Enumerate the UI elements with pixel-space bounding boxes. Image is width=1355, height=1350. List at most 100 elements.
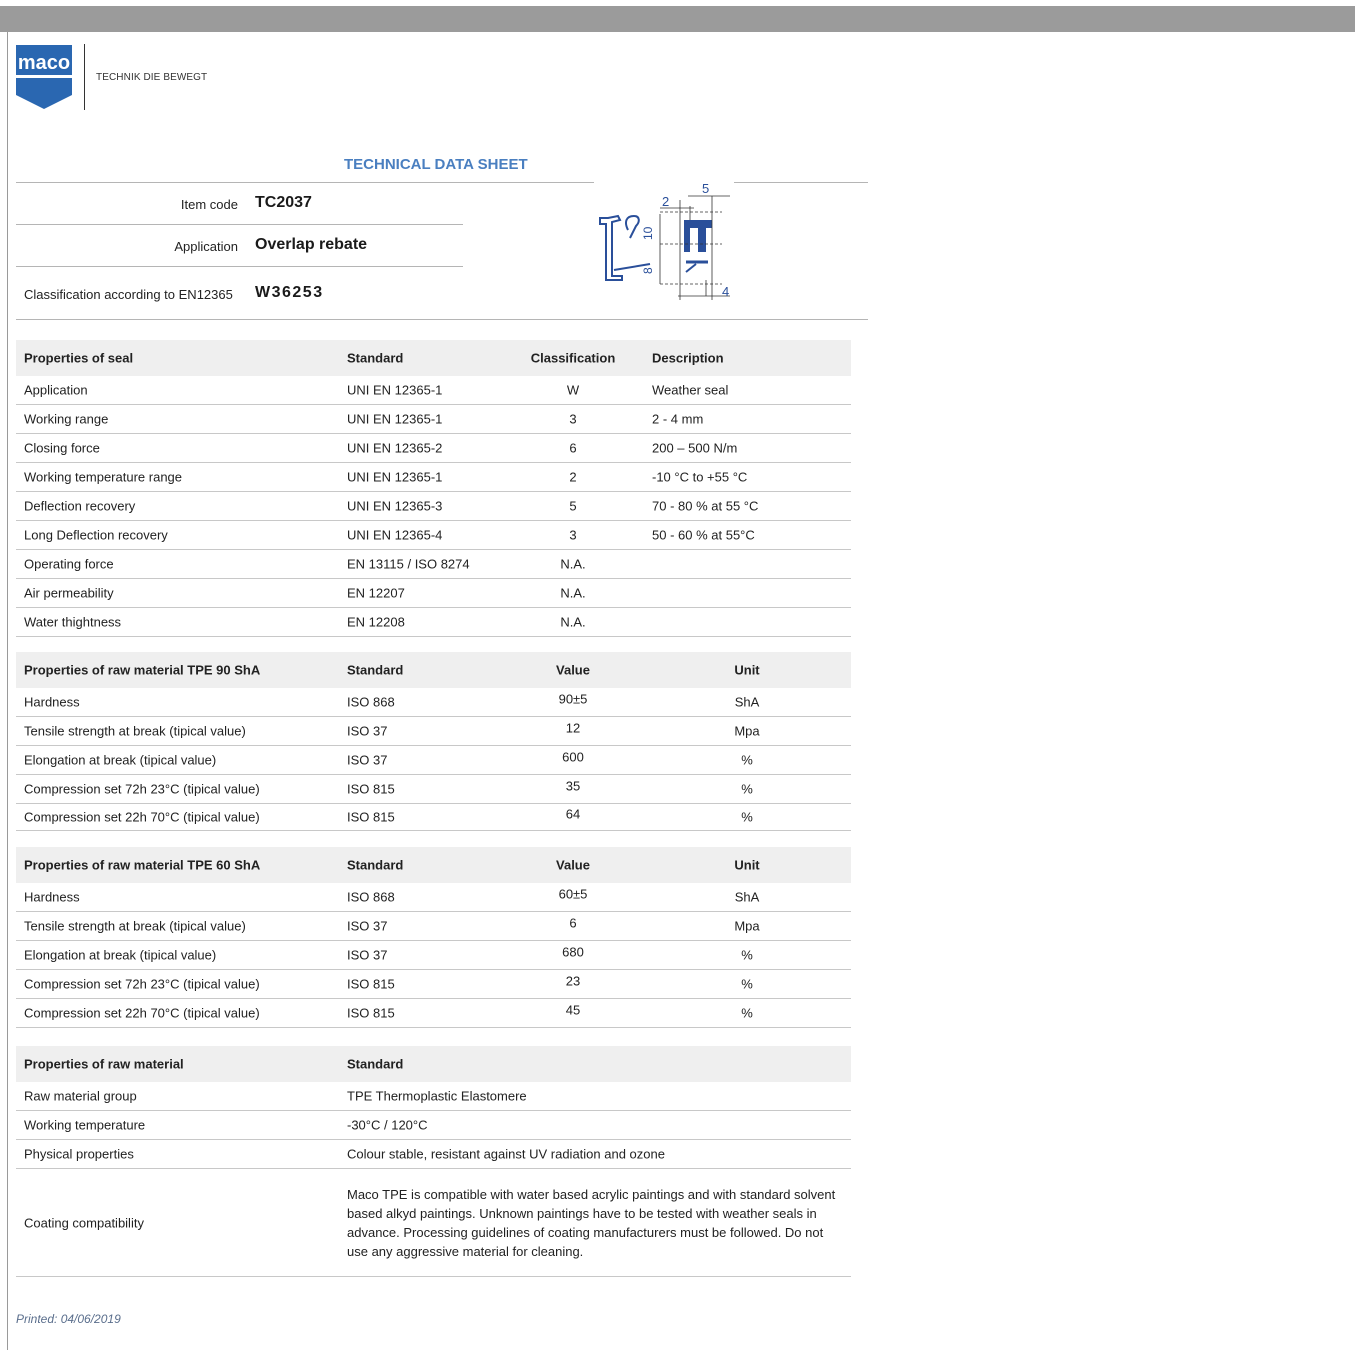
table-cell: 600 [562, 749, 584, 765]
table-cell: W [566, 382, 580, 398]
header-cell: Unit [734, 662, 760, 678]
table-cell: Compression set 72h 23°C (tipical value) [24, 976, 260, 992]
svg-text:10: 10 [641, 226, 655, 240]
table-cell: Working range [24, 411, 109, 427]
table-row: Working temperature range UNI EN 12365-1… [16, 463, 851, 492]
table-row: Tensile strength at break (tipical value… [16, 912, 851, 941]
table-cell: EN 12208 [347, 614, 405, 630]
tpe60-properties-table: Properties of raw material TPE 60 ShA St… [16, 847, 851, 1028]
table-cell: -10 °C to +55 °C [652, 469, 748, 485]
table-cell: Raw material group [24, 1088, 137, 1104]
table-cell: ISO 815 [347, 1005, 395, 1021]
raw-material-table: Properties of raw material Standard Raw … [16, 1046, 851, 1277]
table-cell: Weather seal [652, 382, 729, 398]
table-cell: 6 [569, 915, 577, 931]
table-cell: ISO 815 [347, 781, 395, 797]
seal-profile-drawing: 5 2 10 8 4 [599, 181, 730, 300]
left-border [7, 32, 8, 1350]
divider [16, 224, 463, 225]
table-cell: 2 [569, 469, 577, 485]
header-cell: Standard [347, 350, 404, 366]
table-row: Tensile strength at break (tipical value… [16, 717, 851, 746]
table-cell: 50 - 60 % at 55°C [652, 527, 755, 543]
table-cell: 60±5 [558, 886, 588, 902]
table-cell: % [741, 976, 753, 992]
logo-divider [84, 44, 85, 110]
table-cell: ShA [734, 694, 760, 710]
table-cell: UNI EN 12365-1 [347, 411, 443, 427]
table-cell: ISO 37 [347, 947, 388, 963]
classification-label: Classification according to EN12365 [24, 287, 233, 302]
header-cell: Value [556, 662, 590, 678]
table-row: Hardness ISO 868 60±5 ShA [16, 883, 851, 912]
table-row: Working temperature -30°C / 120°C [16, 1111, 851, 1140]
table-cell: Compression set 22h 70°C (tipical value) [24, 809, 260, 825]
table-row: Working range UNI EN 12365-1 3 2 - 4 mm [16, 405, 851, 434]
svg-text:2: 2 [662, 194, 669, 209]
table-cell: ISO 815 [347, 809, 395, 825]
table-row: Closing force UNI EN 12365-2 6 200 – 500… [16, 434, 851, 463]
table-cell: % [741, 781, 753, 797]
table-row: Application UNI EN 12365-1 W Weather sea… [16, 376, 851, 405]
table-cell: 12 [565, 720, 581, 736]
table-row: Compression set 72h 23°C (tipical value)… [16, 970, 851, 999]
table-cell: 64 [565, 806, 581, 822]
table-cell: Application [24, 382, 88, 398]
table-cell: UNI EN 12365-4 [347, 527, 443, 543]
table-cell: Mpa [734, 918, 760, 934]
header-cell: Properties of raw material [24, 1056, 184, 1072]
table-cell: TPE Thermoplastic Elastomere [347, 1088, 527, 1104]
table-cell: Water thightness [24, 614, 122, 630]
application-value: Overlap rebate [255, 236, 368, 253]
table-cell: Colour stable, resistant against UV radi… [347, 1146, 665, 1162]
table-cell: Working temperature range [24, 469, 183, 485]
header-cell: Description [652, 350, 724, 366]
table-cell: Physical properties [24, 1146, 134, 1162]
table-cell: Operating force [24, 556, 114, 572]
table-cell: UNI EN 12365-1 [347, 469, 443, 485]
header-cell: Properties of raw material TPE 60 ShA [24, 857, 261, 873]
table-cell: Tensile strength at break (tipical value… [24, 723, 246, 739]
table-cell: % [741, 809, 753, 825]
divider [16, 182, 594, 183]
table-cell: Deflection recovery [24, 498, 136, 514]
table-row: Compression set 22h 70°C (tipical value)… [16, 804, 851, 831]
table-cell: Long Deflection recovery [24, 527, 168, 543]
header-cell: Standard [347, 662, 404, 678]
table-header: Properties of raw material Standard [16, 1046, 851, 1082]
top-bar [0, 6, 1355, 32]
table-cell: ISO 815 [347, 976, 395, 992]
table-row: Operating force EN 13115 / ISO 8274 N.A. [16, 550, 851, 579]
svg-text:4: 4 [722, 284, 729, 299]
table-cell: Maco TPE is compatible with water based … [347, 1186, 836, 1259]
table-cell: Working temperature [24, 1117, 146, 1133]
table-row: Elongation at break (tipical value) ISO … [16, 941, 851, 970]
table-cell: UNI EN 12365-2 [347, 440, 443, 456]
table-cell: N.A. [560, 556, 586, 572]
table-cell: % [741, 1005, 753, 1021]
table-row: Water thightness EN 12208 N.A. [16, 608, 851, 637]
header-cell: Standard [347, 857, 404, 873]
table-cell: ISO 37 [347, 723, 388, 739]
table-cell: Elongation at break (tipical value) [24, 752, 217, 768]
header-cell: Standard [347, 1056, 404, 1072]
table-cell: N.A. [560, 614, 586, 630]
table-cell: % [741, 752, 753, 768]
table-cell: ISO 868 [347, 889, 395, 905]
table-cell: ISO 37 [347, 752, 388, 768]
table-row: Coating compatibility Maco TPE is compat… [16, 1169, 851, 1277]
table-cell: N.A. [560, 585, 586, 601]
divider [16, 319, 868, 320]
table-cell: Compression set 22h 70°C (tipical value) [24, 1005, 260, 1021]
table-cell: Closing force [24, 440, 100, 456]
table-cell: 5 [569, 498, 577, 514]
table-row: Hardness ISO 868 90±5 ShA [16, 688, 851, 717]
table-cell: ISO 37 [347, 918, 388, 934]
header-cell: Unit [734, 857, 760, 873]
table-row: Physical properties Colour stable, resis… [16, 1140, 851, 1169]
table-row: Deflection recovery UNI EN 12365-3 5 70 … [16, 492, 851, 521]
table-row: Raw material group TPE Thermoplastic Ela… [16, 1082, 851, 1111]
table-row: Long Deflection recovery UNI EN 12365-4 … [16, 521, 851, 550]
header-cell: Classification [530, 350, 616, 366]
table-row: Compression set 72h 23°C (tipical value)… [16, 775, 851, 804]
